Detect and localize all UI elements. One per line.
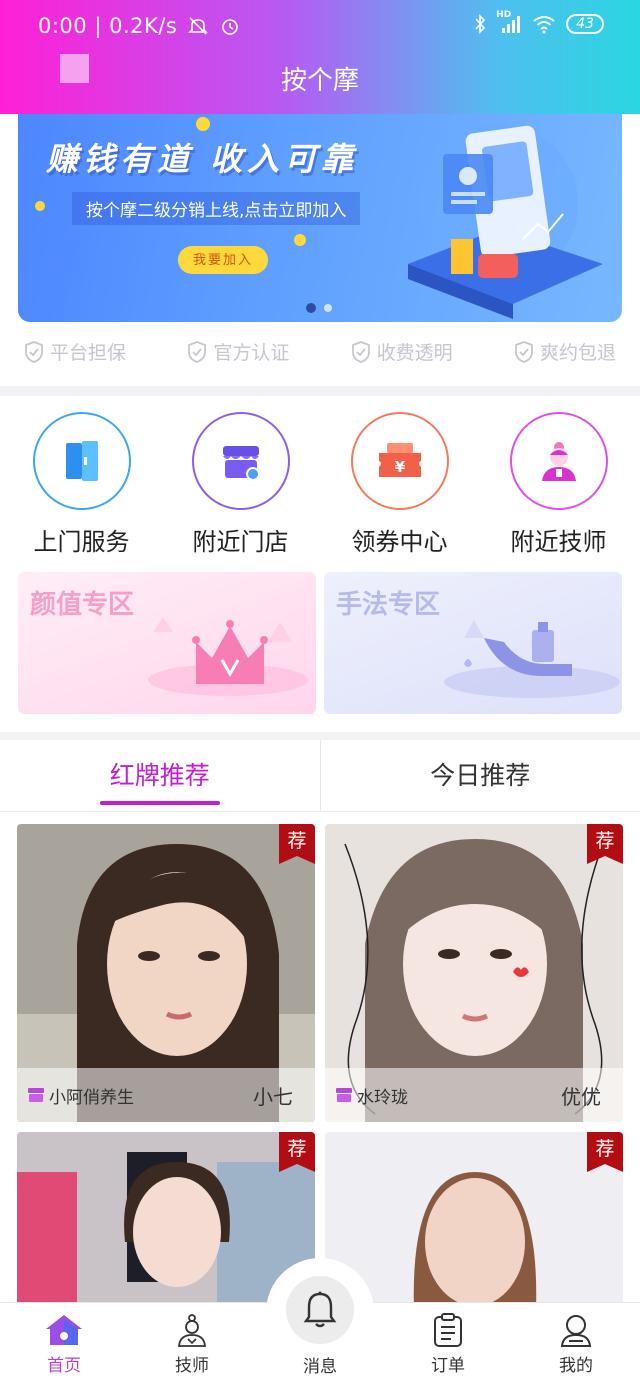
join-button[interactable]: 我要加入: [178, 246, 268, 274]
nav-label: 我的: [559, 1356, 593, 1376]
banner-pagination[interactable]: [306, 303, 332, 313]
category-card: 上门服务 附近门店 ¥ 领券中心 附近技师 颜值专区 手法专区: [0, 396, 640, 732]
technician-info: 小阿俏养生 小七: [17, 1068, 315, 1122]
category-label: 上门服务: [33, 528, 130, 556]
category-nearby-store[interactable]: 附近门店: [166, 412, 316, 557]
category-coupon-center[interactable]: ¥ 领券中心: [325, 412, 475, 557]
technician-photo: [17, 1132, 315, 1302]
bluetooth-icon: [475, 14, 486, 34]
category-circle[interactable]: ¥: [350, 412, 449, 510]
nav-orders[interactable]: 订单: [384, 1303, 512, 1386]
banner-headline: 赚钱有道 收入可靠: [46, 140, 359, 178]
category-circle[interactable]: [32, 412, 131, 510]
nav-messages[interactable]: [286, 1276, 354, 1344]
promo-banner[interactable]: 赚钱有道 收入可靠 按个摩二级分销上线,点击立即加入 我要加入: [18, 114, 622, 322]
svg-text:¥: ¥: [394, 458, 405, 476]
nav-technician[interactable]: 技师: [128, 1303, 256, 1386]
technician-photo: [325, 1132, 623, 1302]
status-icons: HD 43: [474, 10, 604, 34]
store-icon: [222, 446, 260, 481]
category-label: 附近门店: [192, 528, 289, 556]
technique-zone-card[interactable]: 手法专区: [324, 572, 622, 714]
guarantee-item: 平台担保: [24, 338, 126, 365]
tab-top-recommend[interactable]: 红牌推荐: [0, 740, 320, 811]
category-nearby-technician[interactable]: 附近技师: [484, 412, 634, 557]
category-label: 领券中心: [351, 528, 448, 556]
guarantee-bar: 平台担保 官方认证 收费透明 爽约包退: [0, 338, 640, 365]
technician-name: 优优: [561, 1084, 601, 1109]
battery-indicator: 43: [566, 14, 604, 34]
shop-info: 小阿俏养生: [27, 1083, 134, 1108]
guarantee-label: 平台担保: [50, 342, 127, 364]
guarantee-item: 官方认证: [187, 338, 289, 365]
app-header: 0:00 | 0.2K/s HD 43 按个摩: [0, 0, 640, 114]
banner-dot[interactable]: [306, 303, 316, 313]
bell-icon: [303, 1291, 337, 1328]
coupon-icon: ¥: [378, 443, 421, 477]
shield-check-icon: [351, 340, 370, 363]
technician-card[interactable]: 荐 水玲珑 优优: [325, 824, 623, 1122]
shop-info: 水玲珑: [335, 1083, 408, 1108]
nav-profile[interactable]: 我的: [512, 1303, 640, 1386]
mute-icon: [188, 17, 209, 35]
beauty-zone-card[interactable]: 颜值专区: [18, 572, 316, 714]
guarantee-label: 收费透明: [376, 342, 453, 364]
category-grid: 上门服务 附近门店 ¥ 领券中心 附近技师: [0, 412, 640, 557]
category-home-service[interactable]: 上门服务: [7, 412, 157, 557]
shop-icon: [336, 1088, 352, 1102]
hand-bottle-icon: [444, 620, 620, 698]
shield-check-icon: [188, 340, 207, 363]
shield-check-icon: [515, 340, 533, 363]
technician-info: 水玲珑 优优: [325, 1068, 623, 1122]
nav-label: 技师: [175, 1356, 209, 1376]
profile-icon: [560, 1315, 592, 1347]
technician-card[interactable]: 荐: [325, 1132, 623, 1302]
tab-today-recommend[interactable]: 今日推荐: [321, 740, 640, 811]
banner-subtitle: 按个摩二级分销上线,点击立即加入: [72, 192, 361, 225]
clock-text: 0:00: [38, 14, 88, 38]
signal-icon: HD: [496, 10, 522, 34]
technician-icon: [541, 442, 576, 481]
nav-home[interactable]: 首页: [0, 1303, 128, 1386]
network-speed: 0.2K/s: [109, 14, 178, 38]
technician-nav-icon: [178, 1314, 206, 1347]
guarantee-label: 爽约包退: [539, 342, 616, 364]
nav-label: 订单: [431, 1356, 465, 1376]
wifi-icon: [533, 16, 555, 34]
nav-label-messages[interactable]: 消息: [266, 1352, 374, 1377]
guarantee-item: 爽约包退: [514, 338, 616, 365]
category-label: 附近技师: [510, 528, 607, 556]
page-title: 按个摩: [280, 66, 359, 96]
technician-card[interactable]: 荐: [17, 1132, 315, 1302]
category-circle[interactable]: [191, 412, 290, 510]
technician-card[interactable]: 荐 小阿俏养生 小七: [17, 824, 315, 1122]
banner-dot[interactable]: [324, 304, 332, 312]
alarm-icon: [221, 19, 238, 35]
door-icon: [65, 441, 98, 481]
shop-name: 小阿俏养生: [49, 1087, 134, 1108]
category-circle[interactable]: [509, 412, 608, 510]
order-icon: [434, 1313, 462, 1347]
technician-grid: 荐 小阿俏养生 小七 荐 水玲珑 优优 荐 荐: [0, 812, 640, 1302]
guarantee-label: 官方认证: [213, 342, 290, 364]
shop-name: 水玲珑: [357, 1087, 408, 1108]
shield-check-icon: [25, 340, 43, 363]
nav-label: 首页: [47, 1356, 81, 1376]
technician-name: 小七: [253, 1084, 293, 1109]
status-bar-time: 0:00 | 0.2K/s: [38, 14, 240, 38]
home-icon: [46, 1315, 82, 1345]
crown-icon: [148, 617, 308, 696]
shop-icon: [28, 1088, 44, 1102]
guarantee-item: 收费透明: [351, 338, 453, 365]
recommend-tabs: 红牌推荐 今日推荐: [0, 740, 640, 812]
top-card: 赚钱有道 收入可靠 按个摩二级分销上线,点击立即加入 我要加入 平台担保 官方认…: [0, 114, 640, 386]
